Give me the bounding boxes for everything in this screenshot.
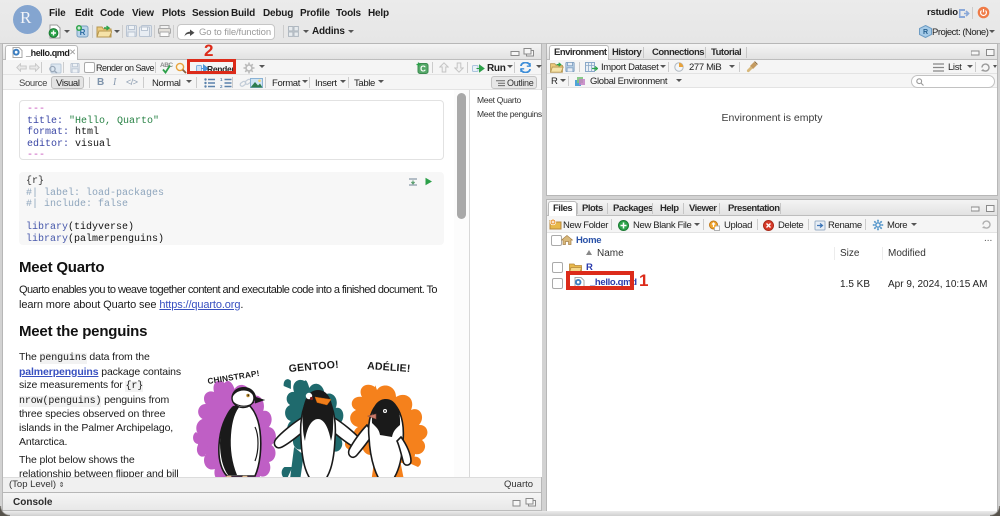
svg-text:CHINSTRAP!: CHINSTRAP! [207, 369, 260, 386]
svg-text:R: R [923, 29, 928, 36]
svg-text:GENTOO!: GENTOO! [288, 359, 339, 375]
svg-text:1: 1 [220, 78, 223, 82]
svg-text:2: 2 [220, 84, 223, 88]
svg-text:C: C [420, 65, 426, 74]
svg-text:ABC: ABC [160, 62, 173, 69]
svg-text:ADÉLIE!: ADÉLIE! [367, 359, 411, 375]
